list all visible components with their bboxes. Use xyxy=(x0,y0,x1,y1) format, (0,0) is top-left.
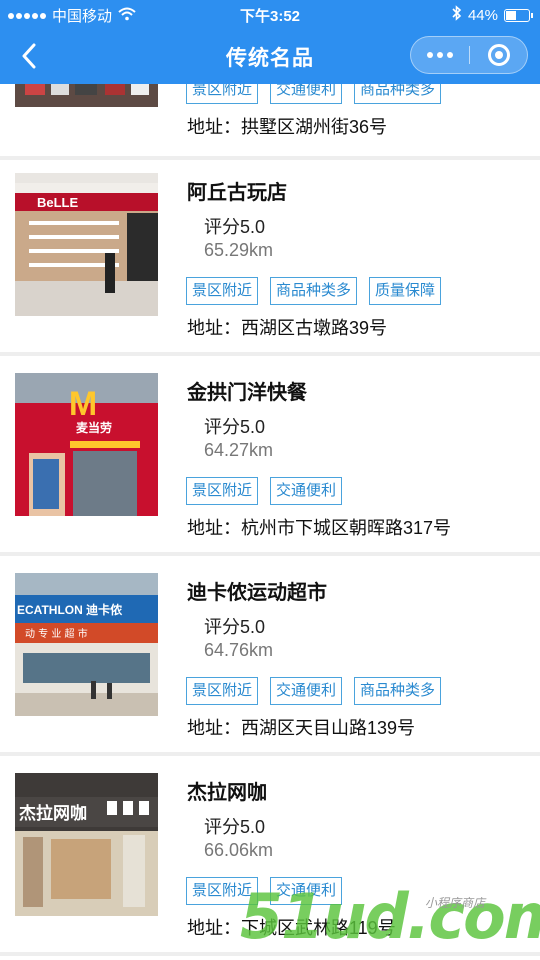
shop-score: 评分5.0 xyxy=(204,617,266,637)
tag-label: 交通便利 xyxy=(270,677,343,705)
more-dots-icon xyxy=(427,52,433,58)
tag-label: 商品种类多 xyxy=(354,84,442,104)
battery-percent: 44% xyxy=(467,6,498,24)
battery-level xyxy=(506,10,516,20)
shop-thumbnail: BeLLE xyxy=(15,173,158,316)
shop-name: 阿丘古玩店 xyxy=(187,182,287,204)
shop-sign-subtext: 动 专 业 超 市 xyxy=(25,627,88,640)
shop-sign-text: 杰拉网咖 xyxy=(19,803,87,824)
navigation-bar: 传统名品 xyxy=(0,28,540,84)
shop-name: 金拱门洋快餐 xyxy=(187,382,307,404)
watermark: 51ud.com 小程序商店 xyxy=(240,880,540,960)
shop-address: 地址：西湖区古墩路39号 xyxy=(187,318,388,338)
watermark-text: 51ud.com xyxy=(240,880,540,953)
shop-thumbnail: M 麦当劳 xyxy=(15,373,158,516)
mini-program-capsule xyxy=(410,36,528,74)
shop-name: 迪卡侬运动超市 xyxy=(187,582,327,604)
shop-list: 景区附近 交通便利 商品种类多 地址：拱墅区湖州街36号 BeLLE 阿丘古玩店… xyxy=(0,84,540,960)
tag-label: 景区附近 xyxy=(186,84,259,104)
svg-text:M: M xyxy=(69,385,97,423)
shop-distance: 65.29km xyxy=(204,240,274,260)
tag-label: 景区附近 xyxy=(186,477,259,505)
shop-distance: 66.06km xyxy=(204,840,274,860)
shop-sign-text: 麦当劳 xyxy=(76,420,112,435)
shop-address: 地址：拱墅区湖州街36号 xyxy=(187,117,388,137)
shop-distance: 64.27km xyxy=(204,440,274,460)
tag-label: 交通便利 xyxy=(270,84,343,104)
tag-label: 商品种类多 xyxy=(270,277,358,305)
bluetooth-icon xyxy=(452,5,462,25)
shop-card[interactable]: ECATHLON 迪卡侬 动 专 业 超 市 迪卡侬运动超市 评分5.0 64.… xyxy=(0,560,540,756)
shop-name: 杰拉网咖 xyxy=(187,782,267,804)
shop-thumbnail: ECATHLON 迪卡侬 动 专 业 超 市 xyxy=(15,573,158,716)
more-button[interactable] xyxy=(411,37,469,73)
close-button[interactable] xyxy=(470,37,528,73)
battery-icon xyxy=(504,8,533,22)
shop-card[interactable]: M 麦当劳 金拱门洋快餐 评分5.0 64.27km 景区附近 交通便利 地址：… xyxy=(0,360,540,556)
shop-tags: 景区附近 交通便利 xyxy=(186,477,343,505)
shop-score: 评分5.0 xyxy=(204,217,266,237)
tag-label: 交通便利 xyxy=(270,477,343,505)
tag-label: 质量保障 xyxy=(369,277,442,305)
shop-address: 地址：西湖区天目山路139号 xyxy=(187,718,416,738)
shop-card[interactable]: 景区附近 交通便利 商品种类多 地址：拱墅区湖州街36号 xyxy=(0,84,540,160)
watermark-subtext: 小程序商店 xyxy=(425,896,486,910)
shop-tags: 景区附近 交通便利 商品种类多 xyxy=(186,677,442,705)
tag-label: 景区附近 xyxy=(186,277,259,305)
status-bar: 中国移动 下午3:52 44% xyxy=(0,0,540,28)
shop-thumbnail: 杰拉网咖 xyxy=(15,773,158,916)
tag-label: 景区附近 xyxy=(186,677,259,705)
shop-tags: 景区附近 商品种类多 质量保障 xyxy=(186,277,442,305)
shop-sign-text: BeLLE xyxy=(37,195,79,210)
shop-card[interactable]: BeLLE 阿丘古玩店 评分5.0 65.29km 景区附近 商品种类多 质量保… xyxy=(0,160,540,356)
shop-address: 地址：杭州市下城区朝晖路317号 xyxy=(187,518,452,538)
shop-tags: 景区附近 交通便利 商品种类多 xyxy=(186,84,442,104)
shop-score: 评分5.0 xyxy=(204,417,266,437)
shop-distance: 64.76km xyxy=(204,640,274,660)
shop-score: 评分5.0 xyxy=(204,817,266,837)
shop-sign-text: ECATHLON 迪卡侬 xyxy=(17,602,123,617)
close-ring-icon xyxy=(488,44,510,66)
shop-thumbnail xyxy=(15,84,158,107)
tag-label: 商品种类多 xyxy=(354,677,442,705)
top-bar: 中国移动 下午3:52 44% 传统名品 xyxy=(0,0,540,84)
